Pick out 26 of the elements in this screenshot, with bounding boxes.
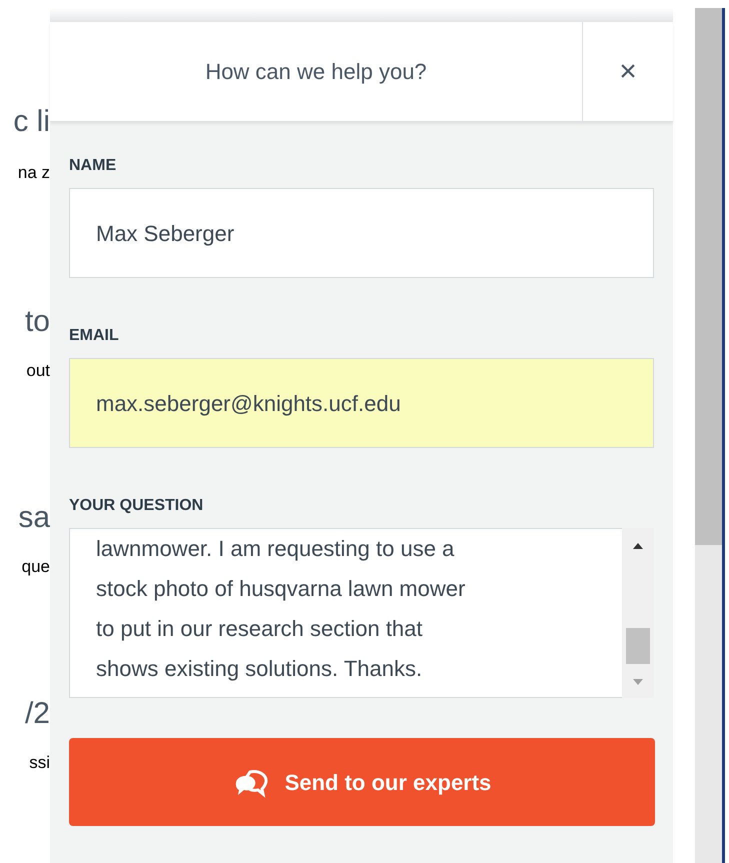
question-field[interactable]: lawnmower. I am requesting to use a stock photo of husqvarna lawn mower to put in our research section that shows existing solutions. Thanks. (69, 528, 622, 698)
question-text: lawnmower. I am requesting to use a stock photo of husqvarna lawn mower to put in our research section that shows existing solutions. Thanks. (96, 536, 466, 681)
page-text-fragment: to (24, 304, 50, 340)
scrollbar[interactable] (622, 528, 654, 698)
field-label: YOUR QUESTION (69, 496, 204, 516)
field-label: EMAIL (69, 326, 120, 346)
panel-title: How can we help you? (205, 58, 427, 86)
field-value: max.seberger@knights.ucf.edu (96, 390, 401, 418)
field-label: NAME (69, 156, 118, 176)
page-text-fragment: c li (13, 104, 50, 140)
page-text-fragment: que (22, 556, 50, 578)
scrollbar-thumb[interactable] (626, 628, 650, 664)
page-text-fragment: /2 (24, 696, 50, 732)
page-text-fragment: na z (18, 162, 50, 184)
page-text-fragment: ssi (29, 752, 50, 774)
page-scrollbar[interactable] (695, 8, 722, 863)
page-scrollbar-thumb[interactable] (695, 8, 722, 545)
page-text-fragment: sa (18, 500, 50, 536)
scroll-down-icon[interactable] (632, 678, 644, 686)
close-button[interactable]: × (582, 22, 673, 121)
input-field[interactable]: max.seberger@knights.ucf.edu (69, 358, 654, 448)
field-value: Max Seberger (96, 220, 234, 248)
input-field[interactable]: Max Seberger (69, 188, 654, 278)
send-button[interactable]: Send to our experts (69, 738, 655, 826)
scroll-up-icon[interactable] (632, 542, 644, 550)
page-text-fragment: out (26, 360, 50, 382)
